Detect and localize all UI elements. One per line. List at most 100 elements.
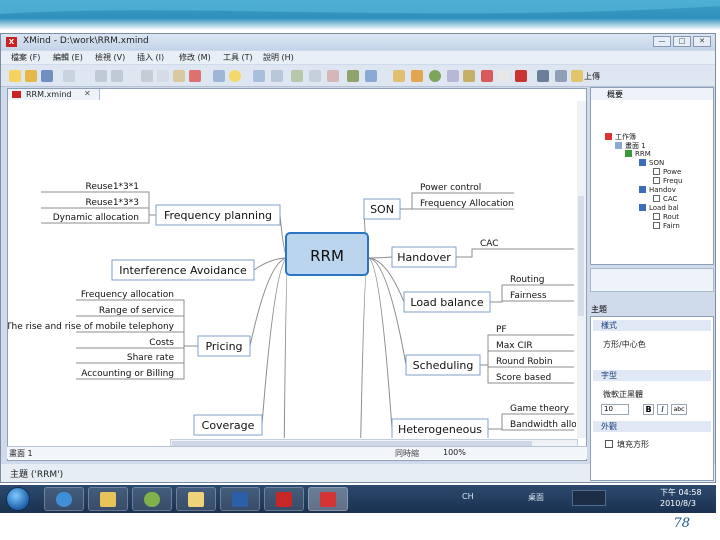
vertical-scroll-thumb[interactable] <box>578 196 584 316</box>
minimize-button[interactable]: — <box>653 36 671 47</box>
tree-item-routing[interactable]: Rout <box>653 213 679 221</box>
subtopic-label[interactable]: PF <box>496 325 507 335</box>
tree-item-handover[interactable]: Handov <box>639 186 676 194</box>
subtopic-label[interactable]: Routing <box>510 275 545 285</box>
redo-icon[interactable] <box>111 70 123 82</box>
cut-icon[interactable] <box>141 70 153 82</box>
section-font[interactable]: 字型 <box>593 370 711 381</box>
tree-item-cac[interactable]: CAC <box>653 195 677 203</box>
editor-tab[interactable]: RRM.xmind ✕ <box>8 89 100 100</box>
main-topic-label[interactable]: Load balance <box>410 296 483 309</box>
clock-date[interactable]: 2010/8/3 <box>660 499 696 508</box>
sheet-tab[interactable]: 畫面 1 <box>9 448 33 459</box>
upload-arrow-icon[interactable] <box>555 70 567 82</box>
marker-icon[interactable] <box>393 70 405 82</box>
tab-close-icon[interactable]: ✕ <box>84 89 91 98</box>
zoom-level[interactable]: 100% <box>443 448 466 457</box>
subtopic-label[interactable]: The rise and rise of mobile telephony <box>8 322 175 332</box>
subtopic-label[interactable]: Fairness <box>510 291 547 301</box>
menu-view[interactable]: 檢視 (V) <box>95 52 125 63</box>
delete-icon[interactable] <box>189 70 201 82</box>
subtopic-icon[interactable] <box>253 70 265 82</box>
task-icon[interactable] <box>481 70 493 82</box>
subtopic-label[interactable]: Frequency Allocation <box>420 199 514 209</box>
boundary-icon[interactable] <box>309 70 321 82</box>
save-icon[interactable] <box>41 70 53 82</box>
notes-icon[interactable] <box>429 70 441 82</box>
main-topic-label[interactable]: Pricing <box>205 340 242 353</box>
tree-item-rrm[interactable]: RRM <box>625 150 651 158</box>
subtopic-label[interactable]: Range of service <box>99 306 175 316</box>
mindmap-canvas[interactable]: RRM Frequency planning Reuse1*3*1 Reuse1*3*… <box>8 101 576 438</box>
idea-bulb-icon[interactable] <box>229 70 241 82</box>
upload-label[interactable]: 上傳 <box>584 71 600 82</box>
attachment-icon[interactable] <box>447 70 459 82</box>
subtopic-label[interactable]: CAC <box>480 239 499 249</box>
main-topic-label[interactable]: Scheduling <box>413 359 474 372</box>
share-icon[interactable] <box>537 70 549 82</box>
fill-checkbox[interactable] <box>605 440 613 448</box>
input-language[interactable]: CH <box>462 492 474 501</box>
tree-item-load-balance[interactable]: Load bal <box>639 204 679 212</box>
label-icon[interactable] <box>411 70 423 82</box>
open-folder-icon[interactable] <box>25 70 37 82</box>
subtopic-label[interactable]: Frequency allocation <box>81 290 174 300</box>
main-topic-label[interactable]: SON <box>370 203 394 216</box>
font-name[interactable]: 微軟正黑體 <box>603 389 643 400</box>
tree-item-frequ[interactable]: Frequ <box>653 177 682 185</box>
presentation-icon[interactable] <box>497 70 509 82</box>
menu-insert[interactable]: 插入 (I) <box>137 52 164 63</box>
subtopic-label[interactable]: Game theory <box>510 404 570 414</box>
menu-modify[interactable]: 修改 (M) <box>179 52 211 63</box>
summary-icon[interactable] <box>327 70 339 82</box>
new-file-icon[interactable] <box>9 70 21 82</box>
subtopic-label[interactable]: Reuse1*3*1 <box>86 182 140 192</box>
vertical-scrollbar[interactable] <box>577 101 586 438</box>
hyperlink-icon[interactable] <box>347 70 359 82</box>
tree-item-power[interactable]: Powe <box>653 168 681 176</box>
taskbar-explorer[interactable] <box>88 487 128 511</box>
subtopic-label[interactable]: Accounting or Billing <box>81 369 174 379</box>
taskbar-ie[interactable] <box>44 487 84 511</box>
main-topic-label[interactable]: Coverage <box>202 419 255 432</box>
undo-icon[interactable] <box>95 70 107 82</box>
tree-item-fairness[interactable]: Fairn <box>653 222 680 230</box>
copy-icon[interactable] <box>157 70 169 82</box>
insert-topic-icon[interactable] <box>213 70 225 82</box>
subtopic-label[interactable]: Max CIR <box>496 341 533 351</box>
main-topic-label[interactable]: Frequency planning <box>164 209 272 222</box>
section-appearance[interactable]: 外觀 <box>593 421 711 432</box>
taskbar-messenger[interactable] <box>132 487 172 511</box>
close-button[interactable]: ✕ <box>693 36 711 47</box>
subtopic-label[interactable]: Costs <box>149 338 174 348</box>
menu-edit[interactable]: 編輯 (E) <box>53 52 83 63</box>
main-topic-label[interactable]: Heterogeneous <box>398 423 482 436</box>
subtopic-label[interactable]: Score based <box>496 373 551 383</box>
font-size-input[interactable]: 10 <box>601 404 629 415</box>
section-style[interactable]: 樣式 <box>593 320 711 331</box>
start-button[interactable] <box>6 487 30 511</box>
subtopic-label[interactable]: Share rate <box>127 353 175 363</box>
taskbar-word[interactable] <box>220 487 260 511</box>
audio-icon[interactable] <box>463 70 475 82</box>
central-topic-label[interactable]: RRM <box>310 247 344 265</box>
zoom-mode[interactable]: 同時縮 <box>395 448 419 459</box>
menu-help[interactable]: 說明 (H) <box>263 52 294 63</box>
menu-tools[interactable]: 工具 (T) <box>223 52 253 63</box>
upload-icon[interactable] <box>571 70 583 82</box>
strike-button[interactable]: abc <box>671 404 687 415</box>
subtopic-label[interactable]: Power control <box>420 183 481 193</box>
subtopic-label[interactable]: Dynamic allocation <box>53 213 139 223</box>
floating-topic-icon[interactable] <box>271 70 283 82</box>
paste-icon[interactable] <box>173 70 185 82</box>
style-value[interactable]: 方形/中心色 <box>603 339 646 350</box>
tray-desktop[interactable]: 桌面 <box>528 492 544 503</box>
subtopic-label[interactable]: Bandwidth allo <box>510 420 576 430</box>
stop-icon[interactable] <box>515 70 527 82</box>
tray-thumbnail[interactable] <box>572 490 606 506</box>
print-icon[interactable] <box>63 70 75 82</box>
image-icon[interactable] <box>365 70 377 82</box>
subtopic-label[interactable]: Reuse1*3*3 <box>86 198 140 208</box>
taskbar-paint[interactable] <box>176 487 216 511</box>
tree-item-son[interactable]: SON <box>639 159 664 167</box>
